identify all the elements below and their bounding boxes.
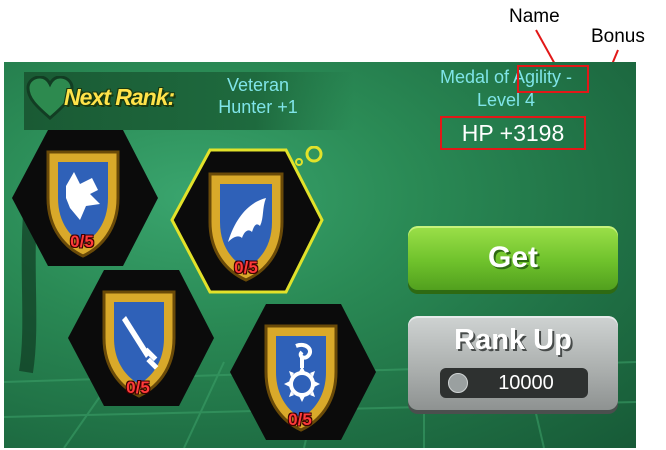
game-screen: Next Rank: Veteran Hunter +1 Medal of Ag…	[4, 62, 636, 448]
medal-dagger-progress: 0/5	[126, 378, 150, 397]
medal-agility-progress: 0/5	[234, 258, 258, 277]
medal-title-prefix: Medal of	[439, 67, 514, 87]
rank-name: Veteran Hunter +1	[218, 75, 298, 117]
medal-sun-progress: 0/5	[288, 410, 312, 429]
get-button[interactable]: Get	[408, 226, 618, 290]
medal-sun[interactable]: 0/5	[226, 302, 376, 442]
medal-bonus: HP +3198	[461, 120, 565, 146]
rank-up-cost-value: 10000	[498, 372, 554, 394]
next-rank-label: Next Rank:	[64, 84, 175, 110]
get-button-label: Get	[487, 241, 538, 274]
coin-icon	[448, 373, 468, 393]
medal-dagger[interactable]: 0/5	[64, 268, 214, 408]
annotation-name-label: Name	[509, 6, 560, 27]
name-highlight-box	[517, 65, 589, 93]
rank-up-cost: 10000	[440, 368, 588, 398]
rank-up-label: Rank Up	[454, 324, 572, 356]
annotation-bonus-label: Bonus	[591, 26, 645, 47]
rank-up-button[interactable]: Rank Up 10000	[408, 316, 618, 410]
medal-wolf-progress: 0/5	[70, 232, 94, 251]
medal-wolf[interactable]: 0/5	[8, 128, 158, 268]
medal-level: Level 4	[476, 90, 536, 110]
